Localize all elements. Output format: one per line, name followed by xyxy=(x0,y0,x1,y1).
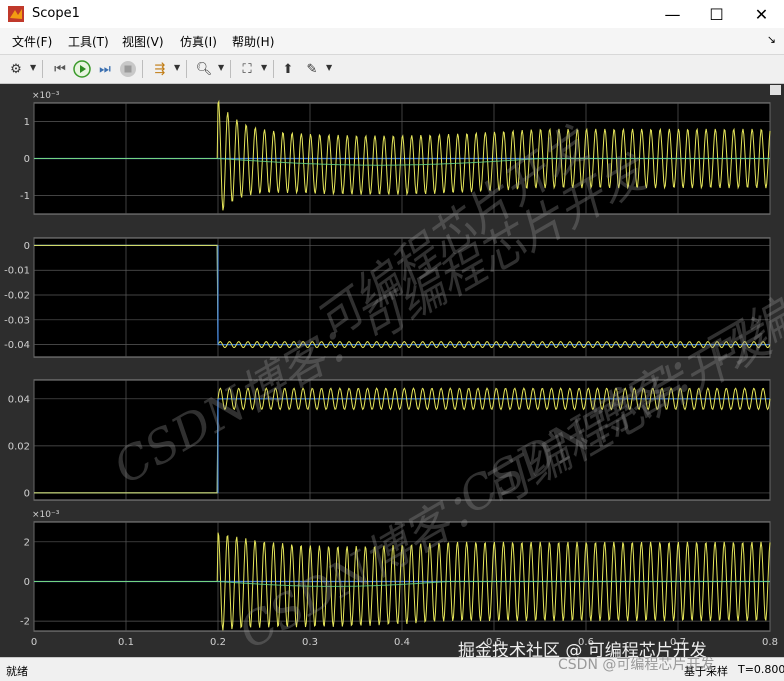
stop-icon xyxy=(120,61,136,77)
stop-button[interactable] xyxy=(118,59,138,79)
menu-tools[interactable]: 工具(T) xyxy=(68,33,109,50)
y-tick-label: -0.01 xyxy=(4,266,30,277)
zoom-button[interactable]: 🔍︎ xyxy=(194,59,214,79)
y-tick-label: -0.04 xyxy=(4,340,30,351)
step-forward-button[interactable]: ⏭ xyxy=(95,59,115,79)
menu-help[interactable]: 帮助(H) xyxy=(232,33,274,50)
x-tick-label: 0 xyxy=(31,637,37,648)
style-button[interactable]: ⬆ xyxy=(278,59,298,79)
run-icon xyxy=(73,60,91,78)
x-tick-label: 0.8 xyxy=(762,637,778,648)
maximize-icon: ☐ xyxy=(709,4,724,24)
title-bar: Scope1 — ☐ ✕ xyxy=(0,0,784,29)
toolbar-divider xyxy=(230,60,231,78)
status-time: T=0.800 xyxy=(738,663,784,676)
highlight-button[interactable]: ⇶ xyxy=(150,59,170,79)
run-button[interactable] xyxy=(72,59,92,79)
autoscale-icon: ⛶ xyxy=(242,61,252,77)
csdn-watermark: CSDN @可编程芯片开发 xyxy=(558,657,715,673)
y-tick-label: 0 xyxy=(24,154,30,165)
menu-file[interactable]: 文件(F) xyxy=(12,33,52,50)
step-back-icon: ⏮ xyxy=(54,61,66,77)
y-tick-label: 1 xyxy=(24,117,30,128)
y-tick-label: 0 xyxy=(24,577,30,588)
y-tick-label: -2 xyxy=(20,617,30,628)
y-tick-label: 0.02 xyxy=(8,441,30,452)
y-tick-label: -1 xyxy=(20,191,30,202)
minimize-icon: — xyxy=(664,4,681,24)
y-tick-label: 0 xyxy=(24,488,30,499)
axis-exponent: ×10⁻³ xyxy=(32,91,60,101)
close-button[interactable]: ✕ xyxy=(739,0,784,28)
step-back-button[interactable]: ⏮ xyxy=(50,59,70,79)
highlight-icon: ⇶ xyxy=(154,61,166,77)
highlight-dropdown-icon[interactable]: ▼ xyxy=(174,63,180,72)
step-forward-icon: ⏭ xyxy=(99,61,111,77)
menu-simulation[interactable]: 仿真(I) xyxy=(180,33,217,50)
axis-exponent: ×10⁻³ xyxy=(32,510,60,520)
menu-view[interactable]: 视图(V) xyxy=(122,33,164,50)
measure-icon: ✎ xyxy=(306,61,318,77)
x-tick-label: 0.3 xyxy=(302,637,318,648)
x-tick-label: 0.4 xyxy=(394,637,410,648)
maximize-button[interactable]: ☐ xyxy=(694,0,739,28)
y-tick-label: 0 xyxy=(24,241,30,252)
measure-dropdown-icon[interactable]: ▼ xyxy=(326,63,332,72)
y-tick-label: 2 xyxy=(24,537,30,548)
measure-button[interactable]: ✎ xyxy=(302,59,322,79)
y-tick-label: -0.03 xyxy=(4,315,30,326)
toolbar-divider xyxy=(142,60,143,78)
settings-dropdown-icon[interactable]: ▼ xyxy=(30,63,36,72)
x-tick-label: 0.2 xyxy=(210,637,226,648)
settings-button[interactable]: ⚙ xyxy=(6,59,26,79)
minimize-button[interactable]: — xyxy=(650,0,695,28)
menu-bar: 文件(F) 工具(T) 视图(V) 仿真(I) 帮助(H) ↘ xyxy=(0,28,784,55)
x-tick-label: 0.1 xyxy=(118,637,134,648)
toolbar-divider xyxy=(42,60,43,78)
y-tick-label: -0.02 xyxy=(4,291,30,302)
toolbar: ⚙ ▼ ⏮ ⏭ ⇶ ▼ 🔍︎ ▼ ⛶ ▼ ⬆ ✎ ▼ xyxy=(0,55,784,84)
status-ready: 就绪 xyxy=(6,665,28,678)
style-icon: ⬆ xyxy=(282,61,294,77)
autoscale-button[interactable]: ⛶ xyxy=(237,59,257,79)
zoom-icon: 🔍︎ xyxy=(195,61,213,77)
undock-icon[interactable]: ↘ xyxy=(767,33,776,46)
toolbar-divider xyxy=(186,60,187,78)
window-title: Scope1 xyxy=(32,6,80,21)
autoscale-dropdown-icon[interactable]: ▼ xyxy=(261,63,267,72)
expand-axes-icon[interactable] xyxy=(770,85,781,95)
close-icon: ✕ xyxy=(754,4,769,24)
toolbar-divider xyxy=(273,60,274,78)
gear-icon: ⚙ xyxy=(10,61,22,77)
matlab-logo-icon xyxy=(8,6,24,22)
y-tick-label: 0.04 xyxy=(8,394,30,405)
zoom-dropdown-icon[interactable]: ▼ xyxy=(218,63,224,72)
